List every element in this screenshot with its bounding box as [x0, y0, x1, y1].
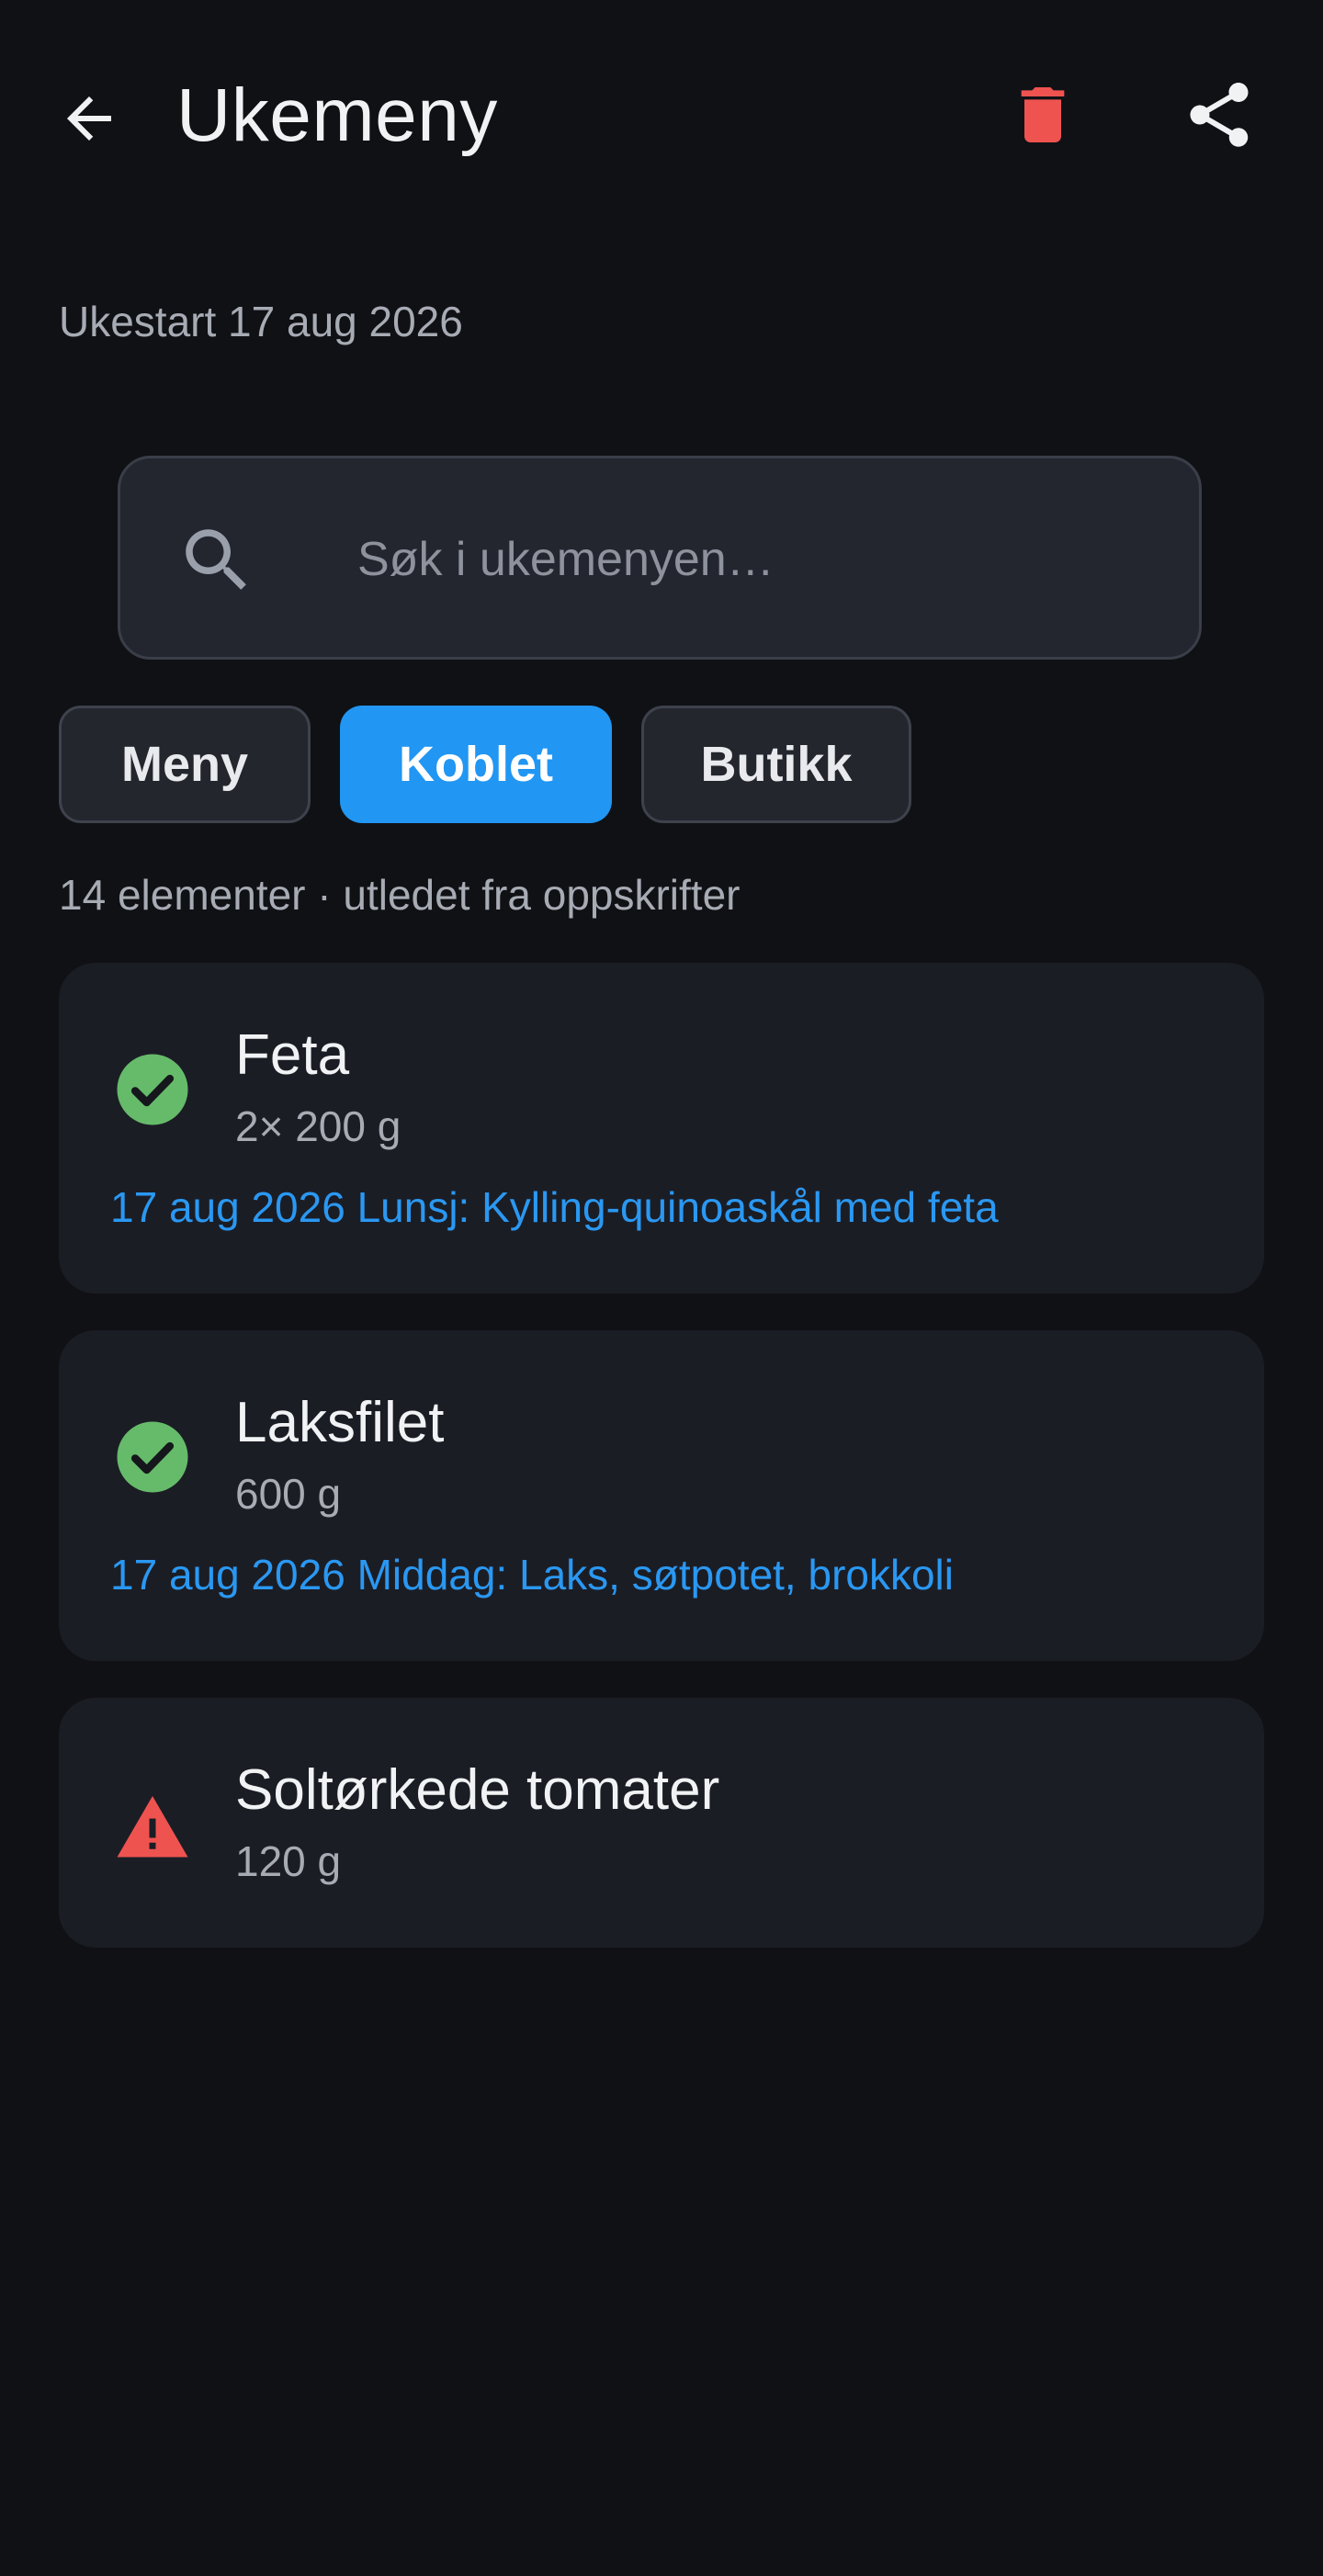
- recipe-link[interactable]: 17 aug 2026 Lunsj: Kylling-quinoaskål me…: [110, 1181, 999, 1233]
- search-icon: [186, 529, 246, 590]
- check-circle-icon: [117, 1054, 188, 1125]
- share-icon: [1190, 83, 1249, 147]
- back-button[interactable]: [48, 77, 130, 160]
- search-input[interactable]: [357, 504, 1148, 615]
- tab-koblet[interactable]: Koblet: [340, 706, 612, 823]
- item-name: Soltørkede tomater: [235, 1758, 720, 1822]
- recipe-link[interactable]: 17 aug 2026 Middag: Laks, søtpotet, brok…: [110, 1549, 954, 1600]
- list-item[interactable]: Feta 2× 200 g 17 aug 2026 Lunsj: Kylling…: [59, 963, 1264, 1294]
- warning-icon: [117, 1796, 188, 1858]
- list-item[interactable]: Soltørkede tomater 120 g: [59, 1698, 1264, 1948]
- arrow-back-icon: [67, 96, 111, 141]
- item-count-summary: 14 elementer · utledet fra oppskrifter: [59, 871, 741, 919]
- tab-butikk[interactable]: Butikk: [641, 706, 911, 823]
- search-box[interactable]: [118, 456, 1202, 660]
- item-quantity: 600 g: [235, 1470, 342, 1518]
- trash-icon: [1021, 87, 1065, 142]
- share-button[interactable]: [1178, 73, 1261, 156]
- week-start-label: Ukestart 17 aug 2026: [59, 298, 463, 345]
- item-quantity: 2× 200 g: [235, 1102, 401, 1150]
- item-name: Feta: [235, 1023, 350, 1087]
- item-name: Laksfilet: [235, 1391, 445, 1454]
- tab-meny[interactable]: Meny: [59, 706, 311, 823]
- page-title: Ukemeny: [176, 73, 498, 157]
- top-app-bar: Ukemeny: [0, 0, 1323, 235]
- item-quantity: 120 g: [235, 1837, 342, 1885]
- list-item[interactable]: Laksfilet 600 g 17 aug 2026 Middag: Laks…: [59, 1330, 1264, 1661]
- delete-button[interactable]: [1001, 73, 1084, 156]
- check-circle-icon: [117, 1421, 188, 1493]
